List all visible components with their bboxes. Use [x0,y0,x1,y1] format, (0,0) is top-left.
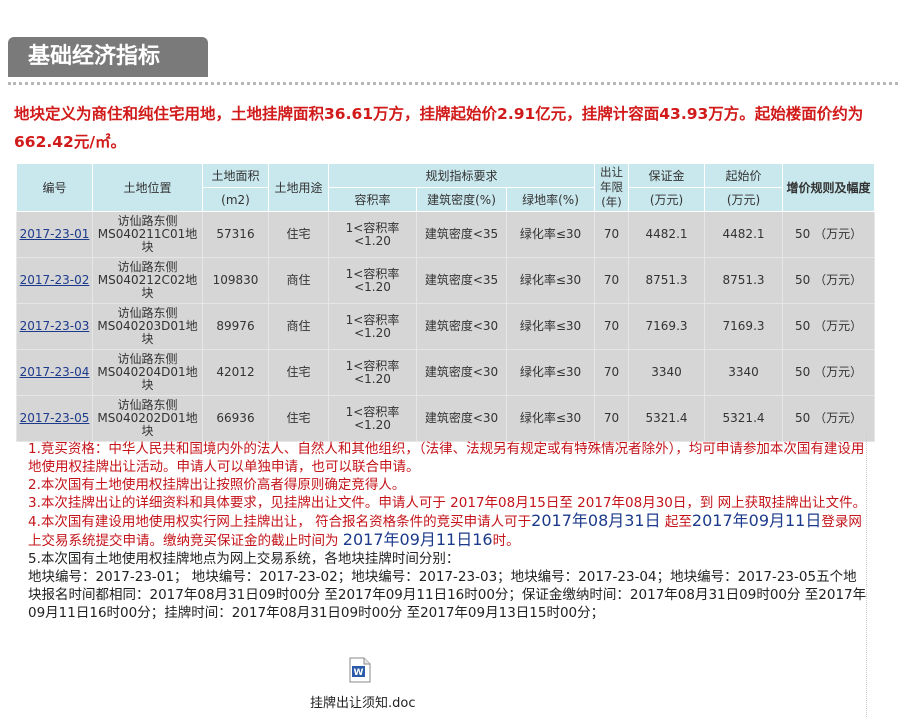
dotted-divider [8,82,898,85]
plot-use: 住宅 [268,211,329,258]
plot-use: 住宅 [268,349,329,396]
plot-deposit: 5321.4 [628,395,706,442]
note-4-date-end: 2017年09月11日 [691,511,822,530]
table-row: 2017-23-04 访仙路东侧MS040204D01地块 42012 住宅 1… [16,349,876,396]
plot-term: 70 [594,349,630,396]
plot-green: 绿化率≤30 [505,211,596,258]
plot-green: 绿化率≤30 [505,395,596,442]
plot-location: 访仙路东侧MS040212C02地块 [92,257,203,304]
header-term: 出让年限(年) [594,163,630,212]
plot-far: 1<容积率<1.20 [328,349,417,396]
note-3: 3.本次挂牌出让的详细资料和具体要求，见挂牌出让文件。申请人可于 2017年08… [28,495,867,511]
header-start-price-unit: (万元) [704,187,784,212]
header-area: 土地面积 [202,163,269,188]
note-4-text-a: 4.本次国有建设用地使用权实行网上挂牌出让， 符合报名资格条件的竞买申请人可于 [28,514,532,530]
header-far: 容积率 [328,187,417,212]
plot-increment: 50 （万元） [782,303,876,350]
plot-increment: 50 （万元） [782,395,876,442]
table-row: 2017-23-05 访仙路东侧MS040202D01地块 66936 住宅 1… [16,395,876,442]
attachment-link[interactable]: 挂牌出让须知.doc [310,692,416,711]
note-6: 地块编号：2017-23-01； 地块编号：2017-23-02；地块编号：20… [28,569,867,621]
plot-start-price: 5321.4 [704,395,784,442]
intro-summary: 地块定义为商住和纯住宅用地，土地挂牌面积36.61万方，挂牌起始价2.91亿元，… [14,105,864,151]
plot-code-link[interactable]: 2017-23-04 [20,365,90,379]
plot-start-price: 4482.1 [704,211,784,258]
plot-area: 57316 [202,211,269,258]
note-1: 1.竞买资格：中华人民共和国境内外的法人、自然人和其他组织，（法律、法规另有规定… [28,441,865,475]
plot-density: 建筑密度<30 [416,395,507,442]
plot-term: 70 [594,257,630,304]
plot-density: 建筑密度<30 [416,303,507,350]
header-area-unit: (m2) [202,187,269,212]
header-density: 建筑密度(%) [416,187,507,212]
header-code: 编号 [16,163,93,212]
svg-text:W: W [354,668,364,678]
plot-use: 住宅 [268,395,329,442]
plot-start-price: 7169.3 [704,303,784,350]
header-green: 绿地率(%) [505,187,596,212]
plot-location: 访仙路东侧MS040203D01地块 [92,303,203,350]
plot-green: 绿化率≤30 [505,257,596,304]
note-4: 4.本次国有建设用地使用权实行网上挂牌出让， 符合报名资格条件的竞买申请人可于2… [28,512,868,550]
plot-increment: 50 （万元） [782,257,876,304]
word-doc-icon[interactable]: W [349,657,371,683]
plot-term: 70 [594,303,630,350]
plot-location: 访仙路东侧MS040211C01地块 [92,211,203,258]
plot-start-price: 3340 [704,349,784,396]
plot-location: 访仙路东侧MS040202D01地块 [92,395,203,442]
plot-far: 1<容积率<1.20 [328,303,417,350]
header-location: 土地位置 [92,163,203,212]
note-4-text-c: 起至 [660,514,692,530]
plot-location: 访仙路东侧MS040204D01地块 [92,349,203,396]
plot-green: 绿化率≤30 [505,349,596,396]
plot-green: 绿化率≤30 [505,303,596,350]
plot-start-price: 8751.3 [704,257,784,304]
plot-deposit: 4482.1 [628,211,706,258]
plot-deposit: 3340 [628,349,706,396]
plot-area: 66936 [202,395,269,442]
header-use: 土地用途 [268,163,329,212]
notes-section: 1.竞买资格：中华人民共和国境内外的法人、自然人和其他组织，（法律、法规另有规定… [28,440,868,622]
plot-use: 商住 [268,303,329,350]
header-deposit-unit: (万元) [628,187,706,212]
plot-area: 42012 [202,349,269,396]
plot-code-link[interactable]: 2017-23-02 [20,273,90,287]
plot-code-link[interactable]: 2017-23-03 [20,319,90,333]
plot-density: 建筑密度<35 [416,211,507,258]
note-2: 2.本次国有土地使用权挂牌出让按照价高者得原则确定竞得人。 [28,477,406,493]
plot-area: 89976 [202,303,269,350]
plot-far: 1<容积率<1.20 [328,395,417,442]
plot-deposit: 8751.3 [628,257,706,304]
plot-far: 1<容积率<1.20 [328,257,417,304]
header-deposit: 保证金 [628,163,706,188]
note-4-date-start: 2017年08月31日 [531,511,661,530]
table-row: 2017-23-03 访仙路东侧MS040203D01地块 89976 商住 1… [16,303,876,350]
plot-density: 建筑密度<30 [416,349,507,396]
land-table: 编号 土地位置 土地面积 土地用途 规划指标要求 出让年限(年) 保证金 起始价… [16,163,876,442]
plot-increment: 50 （万元） [782,349,876,396]
table-row: 2017-23-01 访仙路东侧MS040211C01地块 57316 住宅 1… [16,211,876,258]
note-4-text-g: 时。 [492,533,520,549]
plot-term: 70 [594,395,630,442]
table-row: 2017-23-02 访仙路东侧MS040212C02地块 109830 商住 … [16,257,876,304]
header-planning: 规划指标要求 [327,163,596,188]
plot-code-link[interactable]: 2017-23-05 [20,411,90,425]
header-increment: 增价规则及幅度 [782,163,876,212]
section-title: 基础经济指标 [8,37,208,77]
plot-density: 建筑密度<35 [416,257,507,304]
header-start-price: 起始价 [704,163,784,188]
plot-increment: 50 （万元） [782,211,876,258]
plot-term: 70 [594,211,630,258]
note-4-deadline: 2017年09月11日16 [342,530,493,549]
plot-far: 1<容积率<1.20 [328,211,417,258]
plot-area: 109830 [202,257,269,304]
note-5: 5.本次国有土地使用权挂牌地点为网上交易系统，各地块挂牌时间分别： [28,551,460,567]
plot-code-link[interactable]: 2017-23-01 [20,227,90,241]
plot-use: 商住 [268,257,329,304]
plot-deposit: 7169.3 [628,303,706,350]
